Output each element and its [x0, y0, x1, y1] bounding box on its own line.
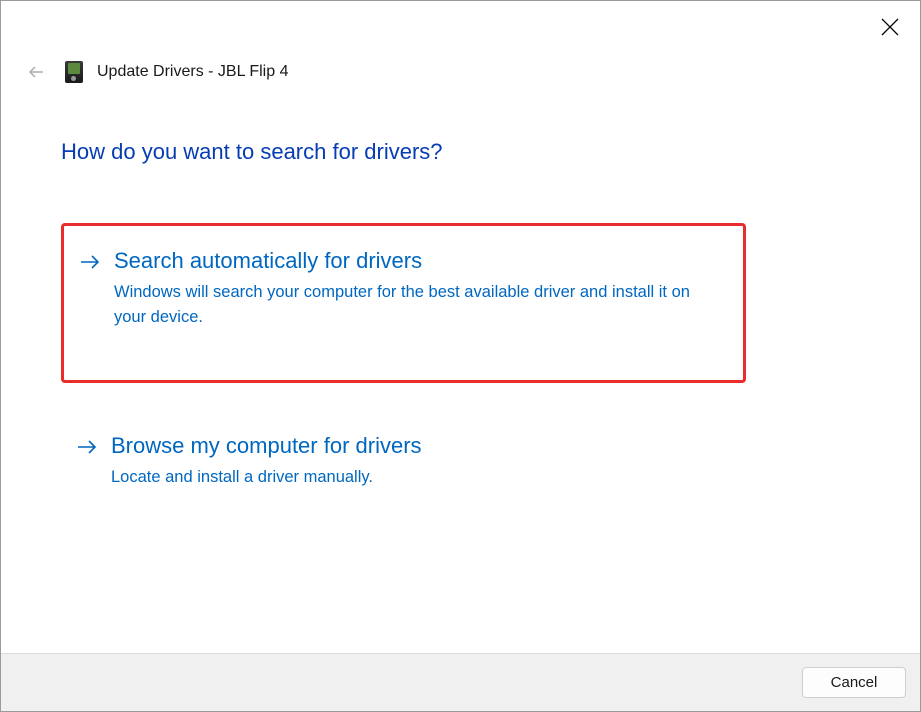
dialog-title: Update Drivers - JBL Flip 4	[97, 63, 288, 81]
dialog-header: Update Drivers - JBL Flip 4	[1, 1, 920, 83]
dialog-footer: Cancel	[1, 653, 920, 711]
cancel-button[interactable]: Cancel	[802, 667, 906, 698]
option-browse-computer[interactable]: Browse my computer for drivers Locate an…	[61, 411, 746, 518]
option-search-automatically[interactable]: Search automatically for drivers Windows…	[61, 223, 746, 383]
close-icon	[881, 18, 899, 36]
option-title: Search automatically for drivers	[114, 248, 721, 274]
option-text: Search automatically for drivers Windows…	[114, 248, 721, 330]
update-drivers-dialog: Update Drivers - JBL Flip 4 How do you w…	[0, 0, 921, 712]
dialog-content: How do you want to search for drivers? S…	[1, 83, 920, 653]
option-text: Browse my computer for drivers Locate an…	[111, 433, 724, 490]
device-icon	[65, 61, 83, 83]
option-description: Windows will search your computer for th…	[114, 280, 721, 330]
close-button[interactable]	[876, 13, 904, 41]
back-button[interactable]	[25, 61, 47, 83]
option-title: Browse my computer for drivers	[111, 433, 724, 459]
arrow-right-icon	[77, 439, 97, 490]
question-heading: How do you want to search for drivers?	[61, 139, 848, 165]
back-arrow-icon	[27, 63, 45, 81]
arrow-right-icon	[80, 254, 100, 330]
option-description: Locate and install a driver manually.	[111, 465, 724, 490]
